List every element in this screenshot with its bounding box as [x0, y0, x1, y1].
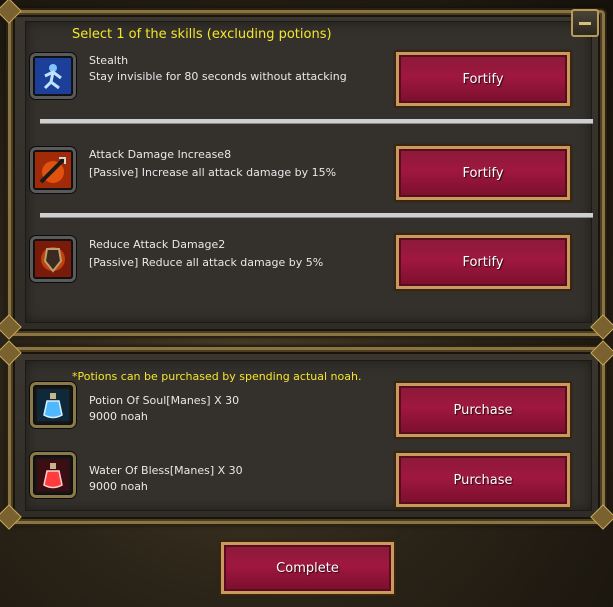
fortify-button[interactable]: Fortify [394, 233, 572, 291]
potion-name: Water Of Bless[Manes] X 30 [89, 464, 243, 477]
divider [40, 213, 593, 217]
skills-header: Select 1 of the skills (excluding potion… [72, 27, 332, 42]
potion-price: 9000 noah [89, 480, 148, 493]
button-label: Fortify [462, 71, 504, 87]
minimize-button[interactable] [571, 9, 599, 37]
fortify-button[interactable]: Fortify [394, 50, 572, 108]
minimize-icon [579, 21, 591, 25]
shield-icon [30, 236, 76, 282]
red-potion-icon [30, 452, 76, 498]
potion-price: 9000 noah [89, 410, 148, 423]
skill-name: Attack Damage Increase8 [89, 148, 232, 161]
button-label: Complete [276, 560, 339, 576]
skill-name: Stealth [89, 54, 129, 67]
potion-name: Potion Of Soul[Manes] X 30 [89, 394, 240, 407]
divider [40, 119, 593, 123]
fortify-button[interactable]: Fortify [394, 144, 572, 202]
button-label: Fortify [462, 254, 504, 270]
purchase-button[interactable]: Purchase [394, 451, 572, 509]
skill-name: Reduce Attack Damage2 [89, 238, 226, 251]
potions-note: *Potions can be purchased by spending ac… [72, 370, 362, 383]
button-label: Purchase [453, 402, 513, 418]
stealth-icon [30, 53, 76, 99]
skill-description: Stay invisible for 80 seconds without at… [89, 70, 347, 83]
button-label: Fortify [462, 165, 504, 181]
sword-icon [30, 147, 76, 193]
purchase-button[interactable]: Purchase [394, 381, 572, 439]
skill-description: [Passive] Reduce all attack damage by 5% [89, 256, 324, 269]
blue-potion-icon [30, 382, 76, 428]
complete-button[interactable]: Complete [219, 540, 396, 596]
skill-description: [Passive] Increase all attack damage by … [89, 166, 337, 179]
button-label: Purchase [453, 472, 513, 488]
